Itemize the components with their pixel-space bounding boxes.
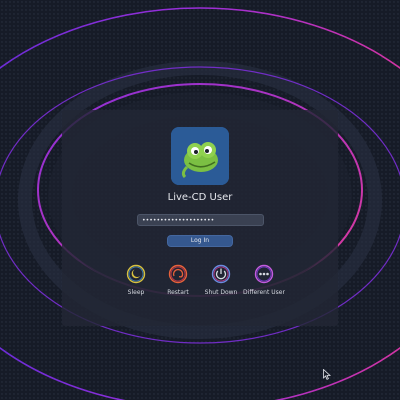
- switch-user-button[interactable]: Different User: [236, 264, 292, 300]
- mouse-pointer-icon: [323, 365, 332, 384]
- login-button[interactable]: Log In: [167, 235, 233, 247]
- username-label: Live-CD User: [167, 192, 233, 203]
- switch-user-icon: [254, 264, 274, 284]
- login-panel: Live-CD User Log In Sleep Restart: [62, 110, 338, 326]
- restart-icon: [168, 264, 188, 284]
- password-field[interactable]: [137, 214, 264, 226]
- chameleon-mascot-icon: [171, 127, 229, 185]
- sleep-icon: [126, 264, 146, 284]
- user-avatar: [171, 127, 229, 185]
- shutdown-icon: [211, 264, 231, 284]
- switch-user-label: Different User: [243, 289, 285, 296]
